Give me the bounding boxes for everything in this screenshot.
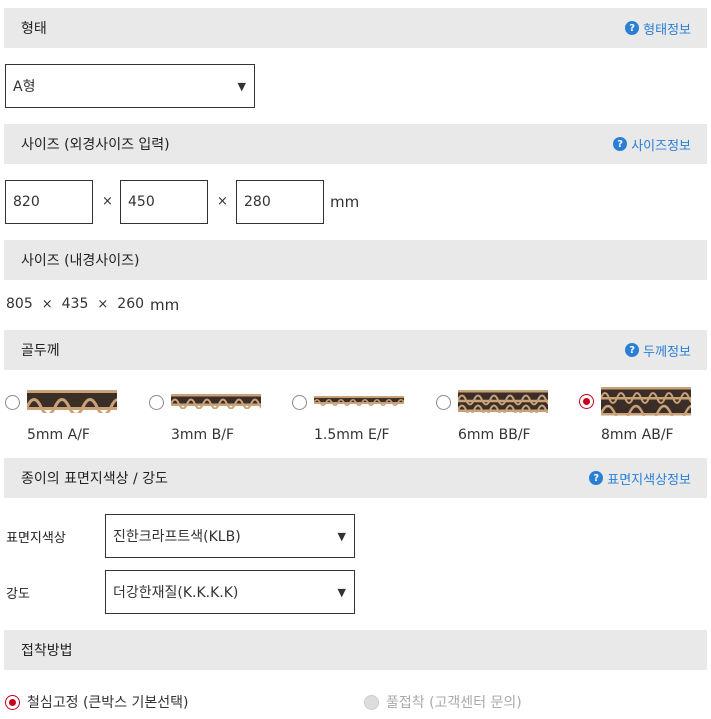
flute-info-link[interactable]: ? 두께정보	[625, 341, 691, 360]
glue-option-paste: 풀접착 (고객센터 문의)	[364, 692, 522, 712]
glue-title: 접착방법	[21, 643, 73, 659]
outer-size-title: 사이즈 (외경사이즈 입력)	[21, 137, 170, 153]
outer-size-unit: mm	[330, 193, 360, 211]
glue-radio-staple[interactable]	[5, 694, 20, 710]
inner-height: 260	[117, 296, 145, 312]
paper-info-label: 표면지색상정보	[607, 472, 691, 488]
color-select-value: 진한크라프트색(KLB)	[113, 529, 241, 545]
shape-info-link[interactable]: ? 형태정보	[625, 19, 691, 38]
question-icon: ?	[589, 471, 604, 485]
shape-select[interactable]: A형 ▼	[5, 64, 255, 108]
glue-section-header: 접착방법	[4, 630, 707, 670]
color-select[interactable]: 진한크라프트색(KLB) ▼	[105, 514, 355, 558]
depth-input[interactable]: 450	[120, 180, 208, 224]
size-info-label: 사이즈정보	[631, 138, 691, 154]
flute-bbf-image	[458, 390, 548, 413]
shape-section-header: 형태 ? 형태정보	[4, 8, 707, 48]
flute-label-bf: 3mm B/F	[171, 427, 235, 443]
chevron-down-icon: ▼	[337, 585, 346, 599]
times-sign: ×	[102, 194, 113, 209]
flute-option-bf[interactable]: 3mm B/F	[149, 387, 269, 447]
question-icon: ?	[625, 343, 640, 357]
chevron-down-icon: ▼	[237, 79, 246, 93]
flute-label-abf: 8mm AB/F	[601, 427, 674, 443]
shape-title: 형태	[21, 21, 47, 37]
times-sign: ×	[217, 194, 228, 209]
flute-bf-image	[171, 394, 261, 409]
paper-info-link[interactable]: ? 표면지색상정보	[589, 469, 691, 488]
inner-size-unit: mm	[150, 296, 180, 314]
flute-radio-af[interactable]	[5, 395, 20, 410]
flute-radio-bbf[interactable]	[436, 395, 451, 410]
width-input[interactable]: 820	[5, 180, 93, 224]
flute-ef-image	[314, 396, 404, 406]
shape-select-value: A형	[13, 79, 36, 95]
inner-depth: 435	[61, 296, 89, 312]
inner-size-title: 사이즈 (내경사이즈)	[21, 253, 140, 269]
flute-option-ef[interactable]: 1.5mm E/F	[292, 387, 412, 447]
flute-info-label: 두께정보	[643, 344, 691, 360]
flute-option-bbf[interactable]: 6mm BB/F	[436, 387, 556, 447]
flute-section-header: 골두께 ? 두께정보	[4, 330, 707, 370]
flute-radio-ef[interactable]	[292, 395, 307, 410]
flute-abf-image	[601, 387, 691, 416]
flute-option-abf[interactable]: 8mm AB/F	[579, 387, 704, 447]
paper-section-header: 종이의 표면지색상 / 강도 ? 표면지색상정보	[4, 458, 707, 498]
glue-label-staple: 철심고정 (큰박스 기본선택)	[27, 695, 189, 711]
flute-option-af[interactable]: 5mm A/F	[5, 387, 125, 447]
size-info-link[interactable]: ? 사이즈정보	[613, 135, 691, 154]
flute-title: 골두께	[21, 343, 60, 359]
shape-info-label: 형태정보	[643, 22, 691, 38]
flute-radio-bf[interactable]	[149, 395, 164, 410]
inner-size-values: 805 × 435 × 260 mm	[6, 296, 179, 314]
question-icon: ?	[625, 21, 640, 35]
flute-label-ef: 1.5mm E/F	[314, 427, 390, 443]
glue-radio-paste	[364, 694, 379, 710]
height-input[interactable]: 280	[236, 180, 324, 224]
flute-radio-abf[interactable]	[579, 394, 594, 409]
strength-select[interactable]: 더강한재질(K.K.K.K) ▼	[105, 570, 355, 614]
flute-af-image	[27, 390, 117, 413]
flute-label-bbf: 6mm BB/F	[458, 427, 531, 443]
inner-size-section-header: 사이즈 (내경사이즈)	[4, 240, 707, 280]
color-field-label: 표면지색상	[6, 531, 66, 546]
strength-select-value: 더강한재질(K.K.K.K)	[113, 585, 239, 601]
strength-field-label: 강도	[6, 587, 30, 602]
times-sign: ×	[41, 297, 53, 312]
question-icon: ?	[613, 137, 628, 151]
outer-size-section-header: 사이즈 (외경사이즈 입력) ? 사이즈정보	[4, 124, 707, 164]
flute-label-af: 5mm A/F	[27, 427, 90, 443]
times-sign: ×	[97, 297, 109, 312]
glue-option-staple[interactable]: 철심고정 (큰박스 기본선택)	[5, 692, 189, 712]
glue-label-paste: 풀접착 (고객센터 문의)	[386, 695, 522, 711]
inner-width: 805	[6, 296, 33, 312]
chevron-down-icon: ▼	[337, 529, 346, 543]
paper-title: 종이의 표면지색상 / 강도	[21, 471, 168, 487]
